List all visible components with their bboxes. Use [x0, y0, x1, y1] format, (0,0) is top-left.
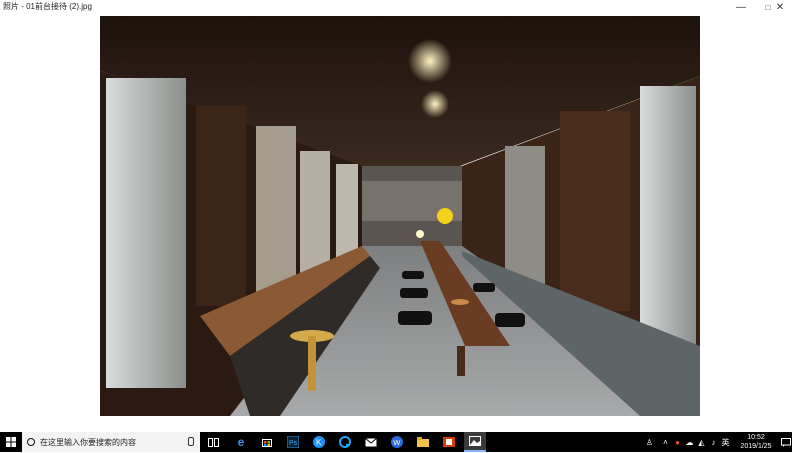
- photos-button[interactable]: [464, 432, 486, 452]
- taskbar-search-box[interactable]: 在这里输入你要搜索的内容: [22, 432, 200, 452]
- w-app-icon: W: [391, 436, 403, 448]
- microphone-icon[interactable]: [188, 437, 194, 446]
- app-q-button[interactable]: [334, 432, 356, 452]
- minimize-button[interactable]: —: [728, 0, 754, 14]
- photoshop-button[interactable]: Ps: [282, 432, 304, 452]
- windows-logo-icon: [6, 437, 16, 447]
- tray-chevron-up-icon[interactable]: ˄: [660, 432, 671, 452]
- office-button[interactable]: [438, 432, 460, 452]
- svg-text:W: W: [393, 438, 401, 447]
- file-explorer-button[interactable]: [412, 432, 434, 452]
- displayed-photo[interactable]: [100, 16, 700, 416]
- action-center-button[interactable]: [780, 432, 792, 452]
- network-icon[interactable]: ◭: [696, 432, 707, 452]
- photos-icon: [469, 436, 481, 446]
- notification-icon: [781, 437, 791, 447]
- svg-text:K: K: [316, 438, 322, 447]
- input-language-indicator[interactable]: 英: [720, 432, 731, 452]
- store-bag-icon: [262, 439, 272, 447]
- clock-date: 2019/1/25: [740, 443, 772, 450]
- photo-viewer: [0, 14, 792, 432]
- photoshop-icon: Ps: [287, 436, 299, 448]
- start-button[interactable]: [0, 432, 22, 452]
- task-view-icon: [207, 437, 219, 447]
- search-placeholder: 在这里输入你要搜索的内容: [40, 437, 136, 447]
- window-title: 照片 - 01前台接待 (2).jpg: [3, 2, 92, 11]
- app-k-button[interactable]: K: [308, 432, 330, 452]
- mail-icon: [365, 437, 377, 446]
- title-bar: 照片 - 01前台接待 (2).jpg — □ ✕: [0, 0, 792, 14]
- cloud-icon[interactable]: ☁: [684, 432, 695, 452]
- k-app-icon: K: [313, 436, 325, 448]
- edge-icon: e: [237, 435, 245, 449]
- taskbar-clock[interactable]: 10:52 2019/1/25: [734, 432, 778, 453]
- taskbar: 在这里输入你要搜索的内容 e Ps K W ♙ ˄ ● ☁ ◭ ♪ 英 10:5…: [0, 432, 792, 452]
- store-button[interactable]: [256, 432, 278, 452]
- antivirus-tray-icon[interactable]: ●: [672, 432, 683, 452]
- office-app-icon: [443, 437, 455, 447]
- clock-time: 10:52: [747, 434, 765, 441]
- people-icon[interactable]: ♙: [644, 432, 655, 452]
- q-app-icon: [339, 436, 351, 448]
- edge-button[interactable]: e: [230, 432, 252, 452]
- folder-icon: [417, 437, 429, 447]
- svg-text:Ps: Ps: [289, 440, 298, 447]
- minimize-icon: —: [736, 1, 746, 13]
- close-button[interactable]: ✕: [768, 0, 792, 14]
- volume-icon[interactable]: ♪: [708, 432, 719, 452]
- close-icon: ✕: [775, 1, 785, 13]
- task-view-button[interactable]: [202, 432, 224, 452]
- app-w-button[interactable]: W: [386, 432, 408, 452]
- cortana-icon: [27, 438, 35, 446]
- mail-button[interactable]: [360, 432, 382, 452]
